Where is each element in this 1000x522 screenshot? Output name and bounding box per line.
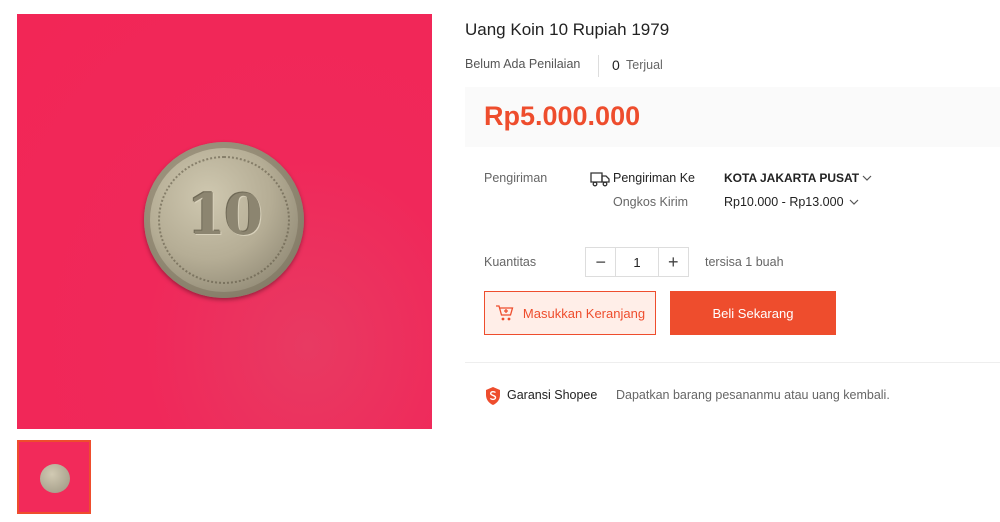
product-price: Rp5.000.000	[484, 101, 641, 131]
quantity-input[interactable]: 1	[615, 248, 659, 276]
chevron-down-icon[interactable]	[862, 174, 872, 182]
rating-status[interactable]: Belum Ada Penilaian	[465, 57, 580, 71]
quantity-increase-button[interactable]: +	[659, 248, 688, 276]
quantity-label: Kuantitas	[484, 255, 537, 269]
product-thumbnail[interactable]	[17, 440, 91, 514]
shipping-cost-range[interactable]: Rp10.000 - Rp13.000	[724, 195, 844, 209]
guarantee-text: Dapatkan barang pesananmu atau uang kemb…	[616, 388, 890, 402]
thumbnail-coin	[40, 464, 70, 493]
coin-illustration: 10	[144, 142, 304, 298]
coin-denomination-art: 10	[187, 182, 263, 248]
truck-icon	[590, 172, 610, 187]
shipping-label: Pengiriman	[484, 171, 548, 185]
sold-label: Terjual	[626, 58, 663, 72]
cart-plus-icon	[495, 305, 514, 321]
sold-count: 0	[612, 57, 620, 73]
shipping-cost-label: Ongkos Kirim	[613, 195, 689, 209]
guarantee-title[interactable]: Garansi Shopee	[507, 388, 597, 402]
quantity-stepper: − 1 +	[585, 247, 689, 277]
add-to-cart-button[interactable]: Masukkan Keranjang	[484, 291, 656, 335]
shield-icon	[486, 387, 500, 405]
buy-now-label: Beli Sekarang	[712, 305, 794, 321]
stock-remaining: tersisa 1 buah	[705, 255, 784, 269]
product-main-image[interactable]: 10	[17, 14, 432, 429]
price-section: Rp5.000.000	[465, 87, 1000, 147]
product-title: Uang Koin 10 Rupiah 1979	[465, 20, 670, 39]
section-divider	[465, 362, 1000, 363]
add-to-cart-label: Masukkan Keranjang	[522, 305, 646, 321]
shipping-to-label: Pengiriman Ke	[613, 171, 695, 185]
buy-now-button[interactable]: Beli Sekarang	[670, 291, 836, 335]
rating-divider	[598, 55, 599, 77]
chevron-down-icon[interactable]	[849, 198, 859, 206]
quantity-decrease-button[interactable]: −	[586, 248, 615, 276]
shipping-destination[interactable]: KOTA JAKARTA PUSAT	[724, 171, 859, 185]
